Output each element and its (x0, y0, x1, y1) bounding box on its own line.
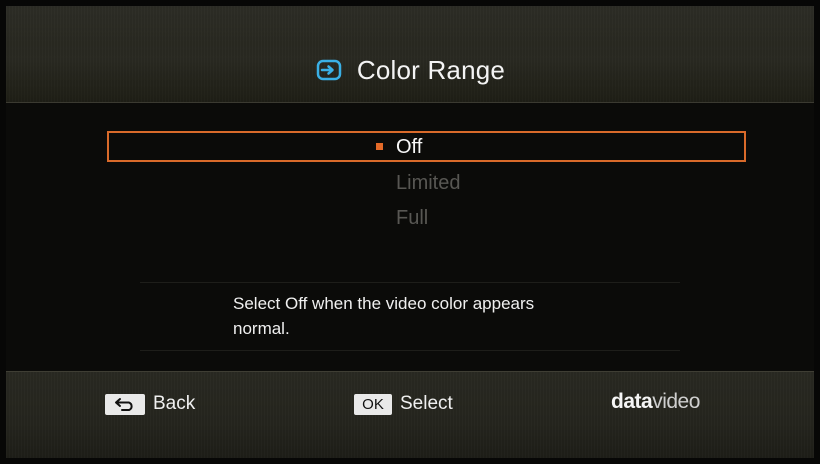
datavideo-logo: datavideo (611, 389, 700, 415)
selected-bullet-icon (376, 143, 383, 150)
select-label: Select (400, 393, 453, 414)
ok-key: OK (354, 393, 392, 415)
description-divider-top (140, 282, 680, 283)
selection-highlight[interactable] (107, 131, 746, 162)
brand-data-text: data (611, 390, 653, 413)
back-button[interactable]: Back (105, 393, 195, 415)
brand-video-text: video (652, 390, 700, 413)
screen: Color Range Off Limited Full Select Off … (0, 0, 820, 464)
page-title-text: Color Range (356, 55, 506, 85)
description-line-2: normal. (233, 319, 290, 338)
header-bar (6, 6, 814, 102)
description-divider-bottom (140, 350, 680, 351)
select-button[interactable]: OK Select (354, 393, 453, 415)
description-text: Select Off when the video color appears … (233, 291, 653, 341)
description-line-1: Select Off when the video color appears (233, 294, 535, 313)
page-title: Color Range (0, 56, 820, 84)
input-icon (316, 59, 342, 81)
footer-bar (6, 372, 814, 458)
option-off[interactable]: Off (396, 136, 422, 158)
back-label: Back (153, 393, 196, 414)
back-key (105, 393, 145, 415)
option-full: Full (396, 207, 429, 229)
back-arrow-icon (115, 398, 133, 411)
option-limited: Limited (396, 172, 461, 194)
